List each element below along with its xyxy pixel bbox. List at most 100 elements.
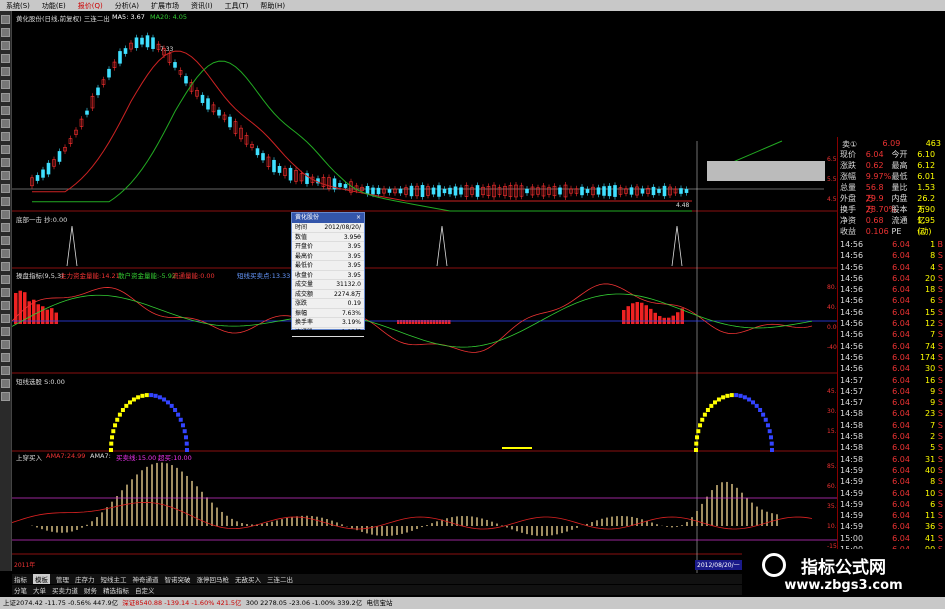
- toolbar-button[interactable]: [1, 392, 10, 401]
- toolbar-button[interactable]: [1, 262, 10, 271]
- bottom-tab-1[interactable]: 大单: [33, 585, 46, 595]
- tick-cell: S: [937, 533, 943, 543]
- tab-2[interactable]: 管理: [56, 574, 69, 584]
- menu-item-1[interactable]: 功能(E): [42, 1, 66, 11]
- menu-item-4[interactable]: 扩展市场: [151, 1, 179, 11]
- quote-cell: 现价: [840, 150, 856, 159]
- tick-row: 14:56 6.04 15 S: [838, 307, 945, 318]
- toolbar-button[interactable]: [1, 340, 10, 349]
- quote-cell: 最低: [891, 172, 908, 181]
- toolbar-button[interactable]: [1, 275, 10, 284]
- candle-body: [184, 76, 188, 84]
- candle-body: [525, 188, 529, 194]
- toolbar-button[interactable]: [1, 288, 10, 297]
- toolbar-button[interactable]: [1, 67, 10, 76]
- menu-item-2[interactable]: 报价(Q): [78, 1, 103, 11]
- toolbar-button[interactable]: [1, 353, 10, 362]
- toolbar-button[interactable]: [1, 327, 10, 336]
- toolbar-button[interactable]: [1, 93, 10, 102]
- tick-cell: 14:56: [840, 251, 864, 261]
- candle-body: [613, 185, 617, 197]
- tick-cell: 6.04: [892, 352, 910, 362]
- tab-9[interactable]: 三连二出: [267, 574, 293, 584]
- tick-cell: 14:59: [840, 488, 864, 498]
- toolbar-button[interactable]: [1, 314, 10, 323]
- toolbar-button[interactable]: [1, 106, 10, 115]
- toolbar-button[interactable]: [1, 145, 10, 154]
- chart-canvas[interactable]: 6.50 5.50 4.50 7.33 4.48 80.00 40.00 0.00 -40.00…: [12, 11, 837, 573]
- bottom-tab-2[interactable]: 买卖力道: [52, 585, 78, 595]
- menu-item-7[interactable]: 帮助(H): [260, 1, 285, 11]
- toolbar-button[interactable]: [1, 210, 10, 219]
- bottom-tab-3[interactable]: 财务: [84, 585, 97, 595]
- candle-body: [145, 35, 150, 48]
- panel2-title: 底部一击 抄:0.00: [16, 216, 68, 224]
- toolbar-button[interactable]: [1, 28, 10, 37]
- osc-bar: [671, 315, 675, 324]
- tab-6[interactable]: 智诺突破: [165, 574, 191, 584]
- popup-titlebar[interactable]: 黄化股份 ×: [292, 213, 364, 223]
- menu-item-3[interactable]: 分析(A): [115, 1, 139, 11]
- bottom-tab-5[interactable]: 自定义: [135, 585, 155, 595]
- signal-spike: [671, 225, 683, 267]
- candle-body: [585, 189, 590, 193]
- tab-4[interactable]: 短线主工: [101, 574, 127, 584]
- toolbar-button[interactable]: [1, 301, 10, 310]
- candle-body: [338, 183, 342, 187]
- tick-cell: S: [937, 273, 943, 283]
- candle-body: [431, 187, 436, 195]
- tick-row: 14:58 6.04 2 S: [838, 431, 945, 442]
- popup-row: 换手率 3.19%: [292, 318, 364, 328]
- menu-item-0[interactable]: 系统(S): [6, 1, 30, 11]
- osc-bar: [14, 292, 18, 324]
- popup-key: 流通股: [295, 328, 314, 336]
- osc-bar: [412, 320, 415, 324]
- tick-cell: 6.04: [892, 533, 910, 543]
- tick-cell: 6.04: [892, 511, 910, 521]
- quote-cell: 涨跌: [840, 161, 856, 170]
- signal-block: [144, 393, 149, 398]
- toolbar-button[interactable]: [1, 158, 10, 167]
- toolbar-button[interactable]: [1, 41, 10, 50]
- tab-3[interactable]: 庄存力: [75, 574, 95, 584]
- toolbar-button[interactable]: [1, 80, 10, 89]
- candle-body: [602, 186, 606, 196]
- toolbar-button[interactable]: [1, 379, 10, 388]
- toolbar-button[interactable]: [1, 132, 10, 141]
- tick-cell: 6.04: [892, 364, 910, 374]
- data-popup[interactable]: 黄化股份 × 时间 2012/08/20/一 数值 3.950 开盘价 3.95 最高价 3.…: [291, 212, 365, 337]
- toolbar-button[interactable]: [1, 197, 10, 206]
- tab-1[interactable]: 模板: [33, 574, 50, 584]
- candle-body: [57, 151, 62, 162]
- bottom-tab-0[interactable]: 分笔: [14, 585, 27, 595]
- quote-row: 外盘 29.9万 内盘 26.2万: [838, 193, 945, 214]
- tab-0[interactable]: 指标: [14, 574, 27, 584]
- toolbar-button[interactable]: [1, 171, 10, 180]
- tick-cell: 14:56: [840, 285, 864, 295]
- bottom-tab-4[interactable]: 精选指标: [103, 585, 129, 595]
- panel3-legend-1: 散户资金量能:-5.92: [118, 272, 177, 280]
- tab-8[interactable]: 无敌买入: [235, 574, 261, 584]
- quote-cell: 28.70%: [865, 205, 897, 214]
- panel5-title: 上穿买入: [16, 454, 42, 462]
- toolbar-button[interactable]: [1, 249, 10, 258]
- toolbar-button[interactable]: [1, 184, 10, 193]
- panel3-legend-2: 流通量能:0.00: [172, 272, 215, 280]
- indicator-tabs: 指标 模板 管理 庄存力 短线主工 神奇通道 智诺突破 涨停回马枪 无敌买入 三连二出: [12, 574, 837, 584]
- tab-7[interactable]: 涨停回马枪: [197, 574, 230, 584]
- close-icon[interactable]: ×: [356, 213, 364, 223]
- tick-row: 14:59 6.04 40 S: [838, 465, 945, 476]
- menu-item-6[interactable]: 工具(T): [225, 1, 249, 11]
- toolbar-button[interactable]: [1, 119, 10, 128]
- quote-row: 涨跌 0.62 最高 6.12: [838, 160, 945, 171]
- osc-bar: [439, 320, 442, 324]
- tab-5[interactable]: 神奇通道: [133, 574, 159, 584]
- toolbar-button[interactable]: [1, 236, 10, 245]
- toolbar-button[interactable]: [1, 223, 10, 232]
- toolbar-button[interactable]: [1, 366, 10, 375]
- toolbar-button[interactable]: [1, 54, 10, 63]
- tick-cell: B: [937, 240, 944, 249]
- menu-item-5[interactable]: 资讯(I): [191, 1, 213, 11]
- signal-block: [702, 412, 707, 417]
- toolbar-button[interactable]: [1, 15, 10, 24]
